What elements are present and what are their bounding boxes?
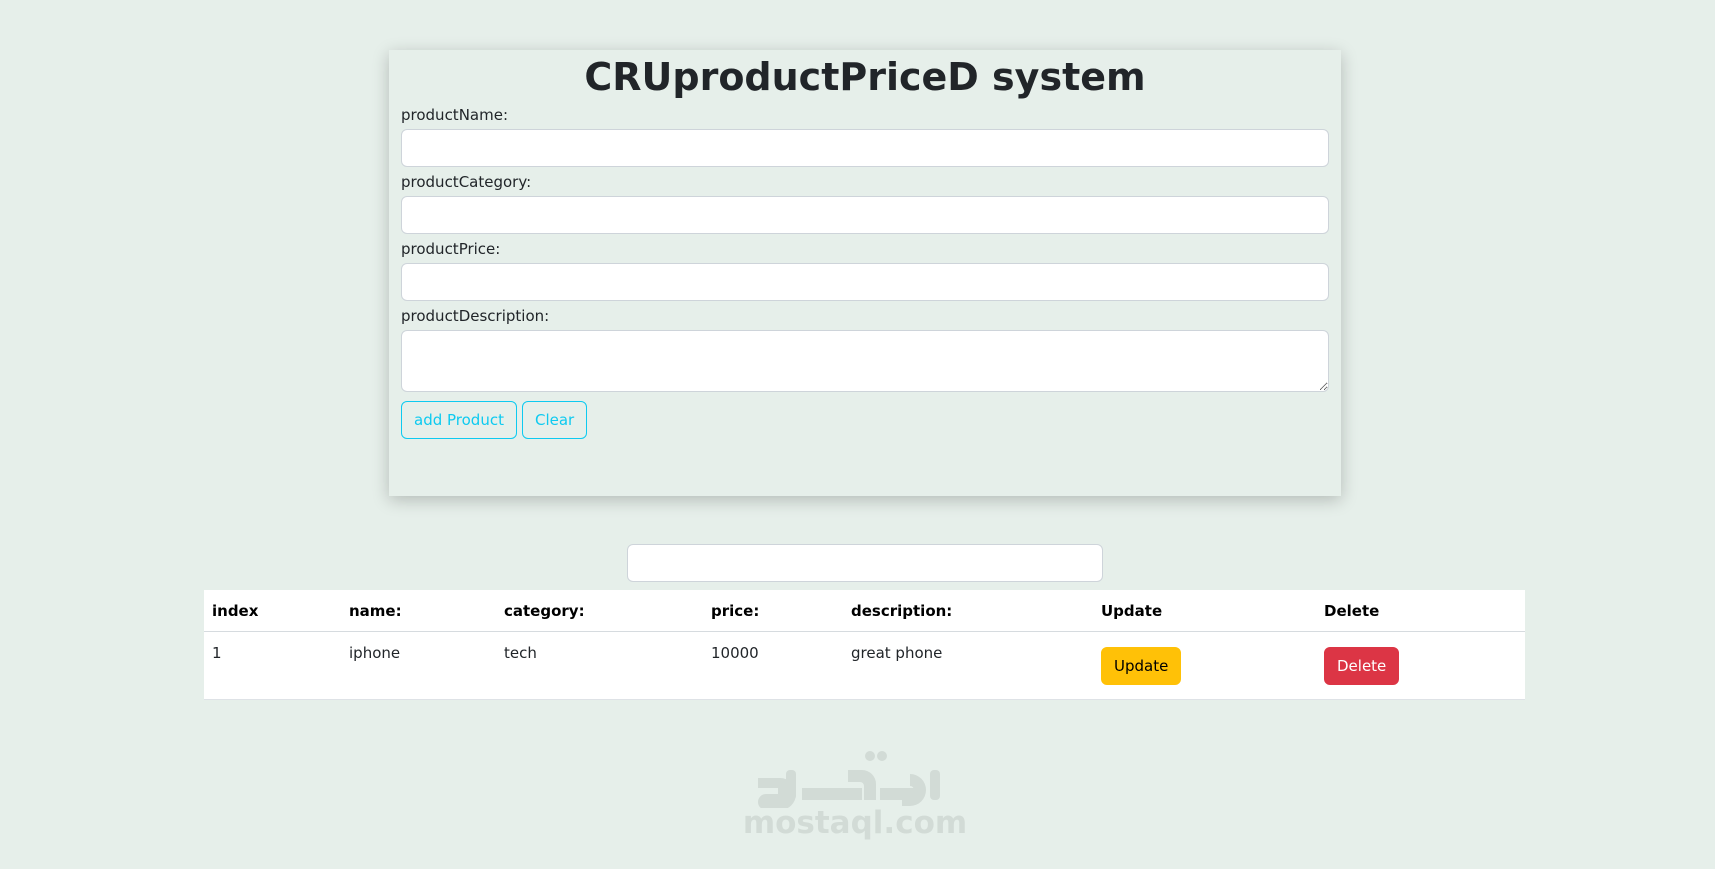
header-name: name:	[341, 590, 496, 632]
mostaql-watermark: mostaql.com	[720, 748, 990, 840]
product-price-field-group: productPrice:	[401, 240, 1329, 301]
update-button[interactable]: Update	[1101, 646, 1182, 685]
cell-update: Update	[1093, 631, 1316, 700]
product-form-card: CRUproductPriceD system productName: pro…	[389, 50, 1341, 496]
table-row: 1 iphone tech 10000 great phone Update D…	[204, 631, 1525, 700]
cell-index: 1	[204, 631, 341, 700]
product-price-label: productPrice:	[401, 240, 501, 258]
cell-delete: Delete	[1316, 631, 1525, 700]
cell-price: 10000	[703, 631, 843, 700]
page-title: CRUproductPriceD system	[584, 55, 1146, 99]
header-category: category:	[496, 590, 703, 632]
header-delete: Delete	[1316, 590, 1525, 632]
product-name-input[interactable]	[401, 129, 1329, 167]
mostaql-watermark-text: mostaql.com	[742, 805, 968, 841]
products-table: index name: category: price: description…	[204, 590, 1525, 700]
mostaql-logo-icon	[758, 751, 940, 808]
product-description-label: productDescription:	[401, 307, 550, 325]
product-name-label: productName:	[401, 106, 508, 124]
product-category-field-group: productCategory:	[401, 173, 1329, 234]
header-index: index	[204, 590, 341, 632]
header-update: Update	[1093, 590, 1316, 632]
form-actions: add Product Clear	[401, 401, 1329, 439]
table-header-row: index name: category: price: description…	[204, 590, 1525, 632]
delete-button[interactable]: Delete	[1324, 646, 1400, 685]
cell-name: iphone	[341, 631, 496, 700]
table-body: 1 iphone tech 10000 great phone Update D…	[204, 631, 1525, 700]
cell-category: tech	[496, 631, 703, 700]
header-price: price:	[703, 590, 843, 632]
cell-description: great phone	[843, 631, 1093, 700]
product-name-field-group: productName:	[401, 106, 1329, 167]
search-input[interactable]	[627, 544, 1103, 582]
product-category-input[interactable]	[401, 196, 1329, 234]
product-description-field-group: productDescription:	[401, 307, 1329, 392]
add-product-button[interactable]: add Product	[401, 401, 517, 439]
header-description: description:	[843, 590, 1093, 632]
product-category-label: productCategory:	[401, 173, 532, 191]
product-description-textarea[interactable]	[401, 330, 1329, 392]
product-price-input[interactable]	[401, 263, 1329, 301]
table-header: index name: category: price: description…	[204, 590, 1525, 632]
clear-button[interactable]: Clear	[521, 401, 588, 439]
